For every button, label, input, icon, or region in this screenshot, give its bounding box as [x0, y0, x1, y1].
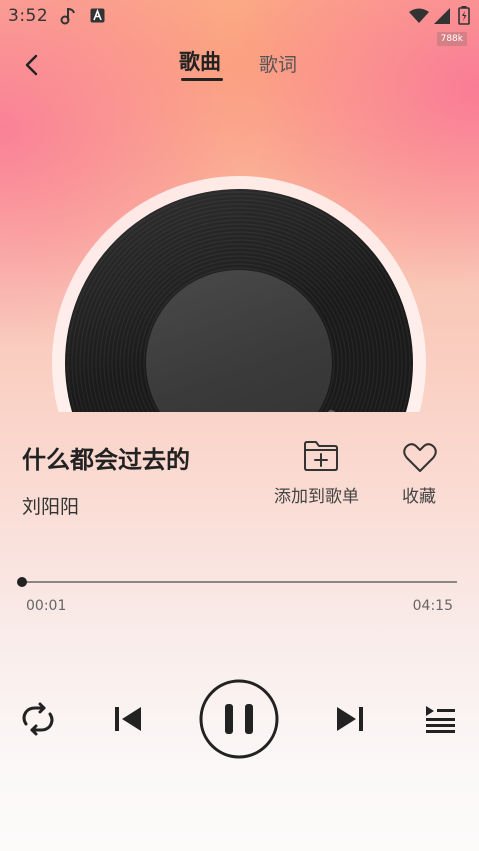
- progress-track[interactable]: [22, 581, 457, 583]
- progress-thumb[interactable]: [17, 577, 27, 587]
- add-to-playlist-label: 添加到歌单: [274, 487, 359, 507]
- song-artist[interactable]: 刘阳阳: [22, 492, 79, 519]
- pause-icon: [225, 704, 253, 734]
- signal-icon: [434, 8, 450, 24]
- network-speed-badge: 788k: [436, 32, 467, 46]
- a-app-icon: [90, 8, 105, 23]
- folder-add-icon: [304, 441, 338, 471]
- play-pause-button[interactable]: [198, 678, 280, 760]
- previous-button[interactable]: [110, 700, 146, 738]
- music-player-screen: 3:52 788k 歌曲 歌词 什么都会过去的 刘阳阳 添加到歌单 收藏 00:…: [0, 0, 479, 851]
- vinyl-disc: [52, 176, 426, 412]
- heart-icon: [403, 443, 437, 472]
- battery-icon: [458, 6, 470, 25]
- music-note-icon: [328, 409, 336, 412]
- favorite-label: 收藏: [402, 487, 436, 507]
- next-button[interactable]: [332, 700, 368, 738]
- add-to-playlist-button[interactable]: 添加到歌单: [270, 438, 370, 508]
- total-time: 04:15: [412, 598, 453, 614]
- status-time: 3:52: [8, 6, 49, 26]
- favorite-button[interactable]: 收藏: [398, 438, 444, 508]
- skip-previous-icon: [115, 707, 141, 731]
- repeat-icon: [22, 702, 54, 736]
- music-app-icon: [60, 7, 75, 25]
- repeat-button[interactable]: [18, 700, 58, 738]
- wifi-icon: [409, 8, 429, 23]
- playlist-button[interactable]: [422, 702, 458, 736]
- status-bar: 3:52 788k: [0, 0, 479, 46]
- tab-lyrics[interactable]: 歌词: [259, 50, 297, 77]
- tab-song[interactable]: 歌曲: [179, 46, 221, 76]
- current-time: 00:01: [26, 598, 67, 614]
- back-button[interactable]: [16, 48, 50, 82]
- song-title: 什么都会过去的: [22, 446, 190, 474]
- playlist-icon: [426, 706, 455, 733]
- skip-next-icon: [337, 707, 363, 731]
- chevron-left-icon: [25, 54, 38, 76]
- tab-active-indicator: [181, 78, 223, 81]
